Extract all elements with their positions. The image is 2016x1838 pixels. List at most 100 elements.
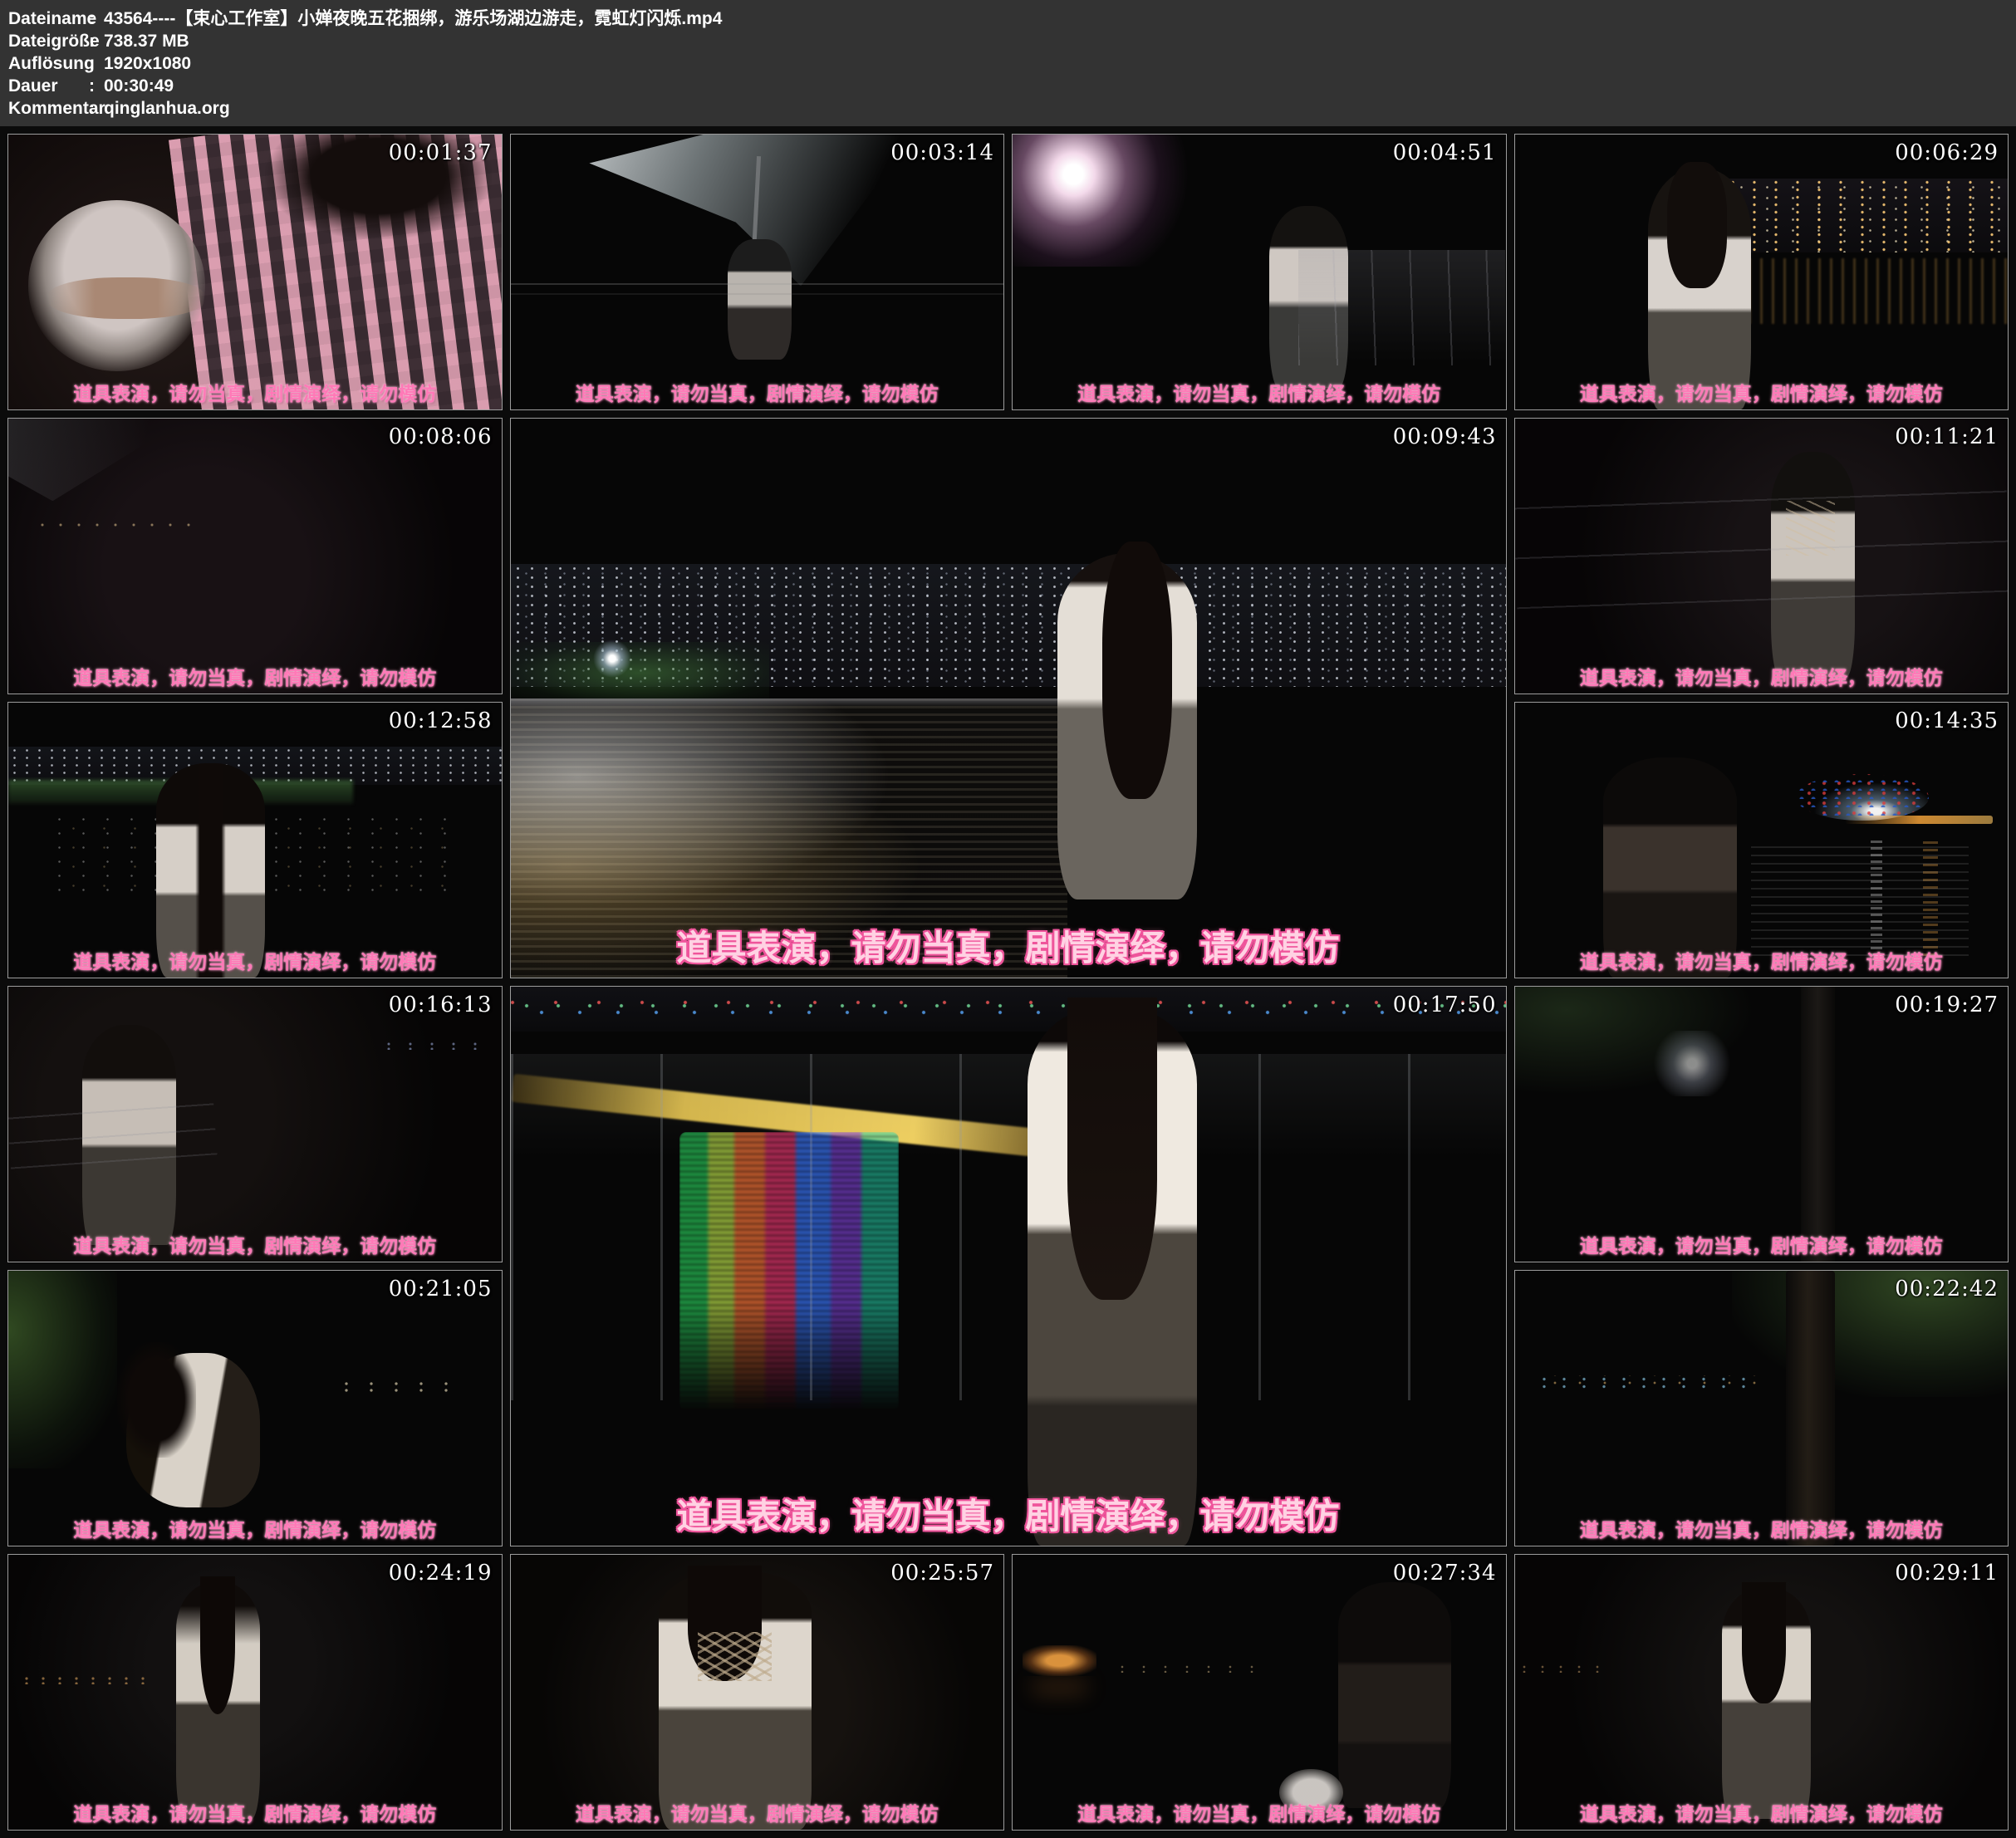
photo-detail [8, 419, 230, 501]
timestamp-label: 00:12:58 [389, 708, 493, 733]
video-thumbnail: 00:19:27 道具表演，请勿当真，剧情演绎，请勿模仿 [1514, 986, 2009, 1262]
filename-value: 43564----【束心工作室】小婵夜晚五花捆绑，游乐场湖边游走，霓虹灯闪烁.m… [104, 7, 2008, 30]
caption-overlay: 道具表演，请勿当真，剧情演绎，请勿模仿 [8, 1798, 502, 1826]
caption-overlay: 道具表演，请勿当真，剧情演绎，请勿模仿 [511, 1798, 1004, 1826]
timestamp-label: 00:16:13 [389, 993, 493, 1017]
file-info-row: Auflösung:1920x1080 [8, 52, 2008, 75]
photo-detail [1515, 987, 1772, 1102]
photo-detail [18, 1676, 156, 1684]
caption-overlay: 道具表演，请勿当真，剧情演绎，请勿模仿 [511, 378, 1004, 406]
video-thumbnail: 00:01:37 道具表演，请勿当真，剧情演绎，请勿模仿 [7, 134, 503, 410]
field-label: Auflösung [8, 52, 89, 75]
photo-detail [1102, 542, 1172, 799]
photo-detail [1603, 757, 1736, 978]
thumbnail-photo [1515, 135, 2009, 409]
file-info-row: Dauer:00:30:49 [8, 75, 2008, 97]
video-thumbnail-large: 00:09:43 道具表演，请勿当真，剧情演绎，请勿模仿 [510, 418, 1507, 978]
video-thumbnail: 00:12:58 道具表演，请勿当真，剧情演绎，请勿模仿 [7, 702, 503, 978]
photo-detail [728, 239, 792, 360]
photo-detail [1845, 816, 1993, 824]
caption-overlay: 道具表演，请勿当真，剧情演绎，请勿模仿 [1515, 662, 2009, 690]
duration-value: 00:30:49 [104, 75, 2008, 97]
field-separator: : [89, 75, 104, 97]
timestamp-label: 00:09:43 [1393, 424, 1497, 449]
photo-detail [33, 523, 191, 527]
photo-detail [1534, 1375, 1761, 1390]
photo-detail [511, 1054, 1506, 1400]
photo-detail [590, 636, 635, 681]
photo-detail [1515, 1664, 1614, 1673]
thumbnail-photo [511, 135, 1004, 409]
thumbnail-photo [1515, 419, 2009, 694]
timestamp-label: 00:25:57 [890, 1561, 994, 1586]
comment-value: qinglanhua.org [104, 97, 2008, 120]
thumbnail-photo [8, 135, 502, 409]
contact-sheet-grid: 00:01:37 道具表演，请勿当真，剧情演绎，请勿模仿 00:03:14 道具… [0, 126, 2016, 1838]
caption-overlay: 道具表演，请勿当真，剧情演绎，请勿模仿 [511, 1488, 1506, 1539]
photo-detail [698, 1632, 772, 1682]
timestamp-label: 00:11:21 [1895, 424, 1999, 449]
photo-detail [378, 1042, 487, 1050]
photo-detail [511, 283, 1004, 285]
video-thumbnail: 00:06:29 道具表演，请勿当真，剧情演绎，请勿模仿 [1514, 134, 2009, 410]
caption-overlay: 道具表演，请勿当真，剧情演绎，请勿模仿 [1515, 946, 2009, 974]
timestamp-label: 00:29:11 [1895, 1561, 1999, 1586]
caption-overlay: 道具表演，请勿当真，剧情演绎，请勿模仿 [1515, 378, 2009, 406]
photo-detail [334, 1380, 462, 1391]
file-info-header: Dateiname:43564----【束心工作室】小婵夜晚五花捆绑，游乐场湖边… [0, 0, 2016, 126]
timestamp-label: 00:14:35 [1895, 708, 1999, 733]
video-thumbnail: 00:24:19 道具表演，请勿当真，剧情演绎，请勿模仿 [7, 1554, 503, 1831]
caption-overlay: 道具表演，请勿当真，剧情演绎，请勿模仿 [1515, 1230, 2009, 1258]
photo-detail [47, 277, 205, 319]
timestamp-label: 00:27:34 [1393, 1561, 1497, 1586]
thumbnail-photo [1515, 1555, 2009, 1830]
thumbnail-photo [1013, 1555, 1506, 1830]
video-thumbnail: 00:03:14 道具表演，请勿当真，剧情演绎，请勿模仿 [510, 134, 1005, 410]
video-thumbnail: 00:21:05 道具表演，请勿当真，剧情演绎，请勿模仿 [7, 1270, 503, 1546]
filesize-value: 738.37 MB [104, 30, 2008, 52]
thumbnail-photo [511, 987, 1506, 1546]
photo-detail [1801, 987, 1836, 1262]
video-thumbnail: 00:11:21 道具表演，请勿当真，剧情演绎，请勿模仿 [1514, 418, 2009, 694]
thumbnail-photo [8, 703, 502, 978]
field-separator: : [89, 97, 104, 120]
timestamp-label: 00:19:27 [1895, 993, 1999, 1017]
caption-overlay: 道具表演，请勿当真，剧情演绎，请勿模仿 [1013, 378, 1506, 406]
timestamp-label: 00:01:37 [389, 140, 493, 165]
field-label: Dateigröße [8, 30, 89, 52]
photo-detail [1786, 1271, 1835, 1546]
photo-detail [1751, 841, 1968, 956]
thumbnail-photo [511, 1555, 1004, 1830]
file-info-row: Dateigröße:738.37 MB [8, 30, 2008, 52]
photo-detail [1667, 162, 1726, 288]
video-thumbnail: 00:25:57 道具表演，请勿当真，剧情演绎，请勿模仿 [510, 1554, 1005, 1831]
caption-overlay: 道具表演，请勿当真，剧情演绎，请勿模仿 [8, 946, 502, 974]
field-separator: : [89, 52, 104, 75]
video-thumbnail-large: 00:17:50 道具表演，请勿当真，剧情演绎，请勿模仿 [510, 986, 1507, 1546]
caption-overlay: 道具表演，请勿当真，剧情演绎，请勿模仿 [8, 1230, 502, 1258]
video-thumbnail: 00:14:35 道具表演，请勿当真，剧情演绎，请勿模仿 [1514, 702, 2009, 978]
caption-overlay: 道具表演，请勿当真，剧情演绎，请勿模仿 [8, 1514, 502, 1542]
resolution-value: 1920x1080 [104, 52, 2008, 75]
video-thumbnail: 00:04:51 道具表演，请勿当真，剧情演绎，请勿模仿 [1012, 134, 1507, 410]
file-info-row: Kommentar:qinglanhua.org [8, 97, 2008, 120]
photo-detail [1786, 501, 1835, 556]
photo-detail [200, 1576, 235, 1714]
thumbnail-photo [1515, 703, 2009, 978]
photo-detail [1737, 258, 2008, 324]
timestamp-label: 00:06:29 [1895, 140, 1999, 165]
thumbnail-photo [8, 419, 502, 694]
caption-overlay: 道具表演，请勿当真，剧情演绎，请勿模仿 [511, 920, 1506, 971]
field-label: Kommentar [8, 97, 89, 120]
photo-detail [1742, 1582, 1786, 1703]
thumbnail-photo [1013, 135, 1506, 409]
timestamp-label: 00:22:42 [1895, 1277, 1999, 1301]
screenshot-root: { "header": { "separator": ":", "rows": … [0, 0, 2016, 1838]
field-label: Dateiname [8, 7, 89, 30]
thumbnail-photo [511, 419, 1506, 978]
photo-detail [1023, 1645, 1096, 1675]
video-thumbnail: 00:16:13 道具表演，请勿当真，剧情演绎，请勿模仿 [7, 986, 503, 1262]
photo-detail [1013, 135, 1209, 267]
field-label: Dauer [8, 75, 89, 97]
timestamp-label: 00:24:19 [389, 1561, 493, 1586]
